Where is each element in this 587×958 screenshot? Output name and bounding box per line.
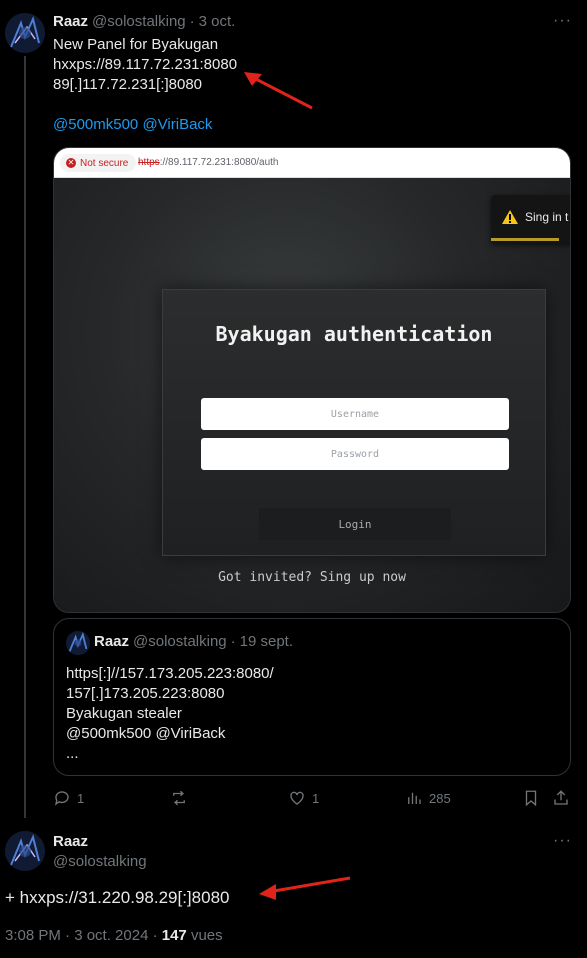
quote-line: Byakugan stealer	[66, 705, 182, 722]
author-handle[interactable]: @solostalking	[53, 853, 147, 870]
views-button[interactable]: 285	[405, 789, 451, 807]
url-path: ://89.117.72.231:8080/auth	[159, 157, 279, 168]
share-icon	[554, 790, 568, 805]
tweet-date: 19 sept.	[239, 633, 294, 650]
mentions-link[interactable]: @500mk500 @ViriBack	[53, 115, 237, 135]
view-count: 285	[429, 790, 451, 806]
author-handle[interactable]: @solostalking	[92, 13, 186, 30]
repost-button[interactable]	[170, 789, 194, 807]
login-page-screenshot: Sing in t Byakugan authentication Login …	[54, 178, 570, 612]
views-label: vues	[186, 927, 223, 944]
tweet-text: + hxxps://31.220.98.29[:]8080	[5, 888, 230, 907]
reply-count: 1	[77, 790, 85, 806]
url-text: https://89.117.72.231:8080/auth	[138, 157, 279, 168]
quoted-tweet[interactable]: Raaz @solostalking · 19 sept. https[:]//…	[53, 618, 571, 776]
tweet-image[interactable]: ✕ Not secure https://89.117.72.231:8080/…	[53, 147, 571, 613]
separator-dot: ·	[230, 633, 236, 650]
quote-line: 157[.]173.205.223:8080	[66, 685, 225, 702]
login-button: Login	[259, 508, 451, 540]
author-name[interactable]: Raaz	[53, 13, 88, 30]
quote-line: @500mk500 @ViriBack	[66, 725, 226, 742]
quote-header: Raaz @solostalking · 19 sept.	[94, 633, 293, 650]
annotation-arrow	[259, 876, 351, 900]
tweet-text: New Panel for Byakugan hxxps://89.117.72…	[53, 35, 237, 135]
password-field	[201, 438, 509, 470]
not-secure-badge: ✕ Not secure	[60, 154, 137, 172]
avatar-image	[5, 831, 45, 871]
tweet-date[interactable]: 3 oct.	[199, 13, 236, 30]
not-secure-label: Not secure	[80, 157, 129, 169]
timestamp-text[interactable]: 3:08 PM · 3 oct. 2024 ·	[5, 927, 162, 944]
toast-text: Sing in t	[525, 210, 569, 224]
auth-panel: Byakugan authentication Login	[162, 289, 546, 556]
heart-icon	[290, 791, 304, 805]
url-scheme: https	[138, 157, 160, 168]
more-options-icon[interactable]: ···	[553, 12, 572, 30]
share-button[interactable]	[552, 789, 570, 807]
avatar	[66, 631, 90, 655]
tweet-line: New Panel for Byakugan	[53, 36, 219, 53]
tweet-line: hxxps://89.117.72.231:8080	[53, 56, 238, 73]
more-options-icon[interactable]: ···	[553, 832, 572, 850]
bookmark-icon	[525, 790, 537, 807]
separator-dot: ·	[189, 13, 195, 30]
reply-icon	[54, 791, 69, 806]
avatar-image	[66, 631, 90, 655]
avatar-image	[5, 13, 45, 53]
like-count: 1	[312, 790, 320, 806]
author-handle: @solostalking	[133, 633, 227, 650]
warning-icon: ✕	[66, 158, 76, 168]
avatar[interactable]	[5, 13, 45, 53]
tweet-header: Raaz @solostalking · 3 oct.	[53, 13, 235, 30]
tweet-line: 89[.]117.72.231[:]8080	[53, 76, 203, 93]
author-name[interactable]: Raaz	[53, 833, 88, 850]
avatar[interactable]	[5, 831, 45, 871]
views-count: 147	[161, 927, 187, 944]
quote-text: https[:]//157.173.205.223:8080/ 157[.]17…	[66, 664, 274, 764]
repost-icon	[173, 790, 185, 806]
like-button[interactable]: 1	[288, 789, 319, 807]
toast-progress	[491, 238, 559, 241]
thread-line	[24, 56, 26, 818]
panel-title: Byakugan authentication	[215, 322, 493, 346]
signin-toast: Sing in t	[491, 195, 570, 243]
annotation-arrow	[244, 72, 313, 110]
quote-line: https[:]//157.173.205.223:8080/	[66, 665, 274, 682]
warning-triangle-icon	[502, 210, 518, 224]
author-name: Raaz	[94, 633, 130, 650]
username-field	[201, 398, 509, 430]
tweet-timestamp: 3:08 PM · 3 oct. 2024 · 147 vues	[5, 927, 223, 944]
quote-line: ...	[66, 745, 79, 762]
analytics-icon	[408, 792, 421, 804]
invite-text: Got invited? Sing up now	[218, 570, 406, 585]
bookmark-button[interactable]	[522, 789, 540, 807]
reply-button[interactable]: 1	[53, 789, 84, 807]
browser-address-bar: ✕ Not secure https://89.117.72.231:8080/…	[54, 148, 570, 178]
